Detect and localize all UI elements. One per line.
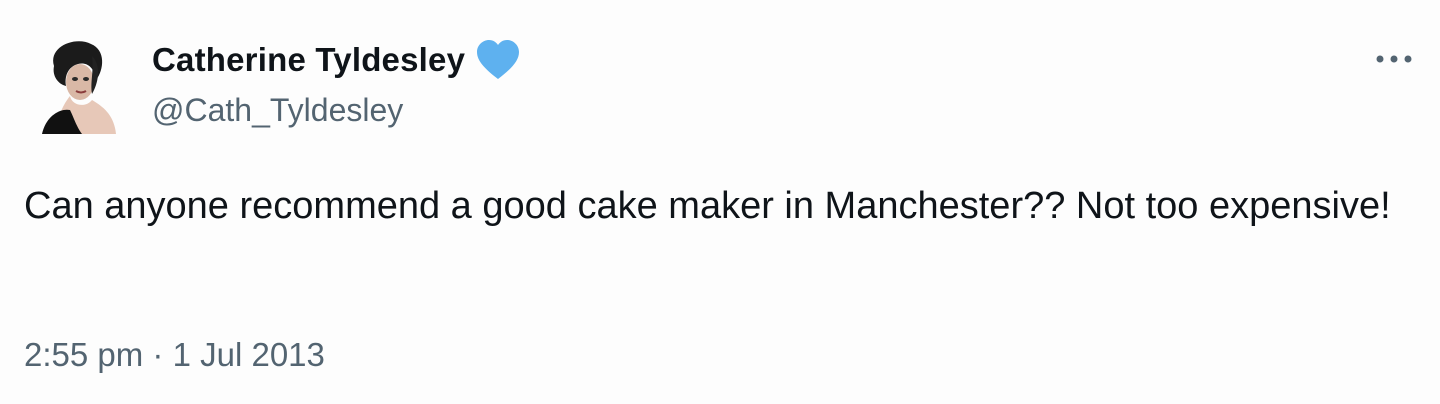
more-options-icon[interactable] [1372, 44, 1416, 74]
display-name[interactable]: Catherine Tyldesley [152, 41, 465, 79]
tweet-timestamp[interactable]: 2:55 pm · 1 Jul 2013 [24, 336, 325, 374]
verified-heart-icon [475, 39, 521, 81]
tweet-time: 2:55 pm [24, 336, 144, 373]
tweet-date: 1 Jul 2013 [172, 336, 325, 373]
user-handle[interactable]: @Cath_Tyldesley [152, 92, 521, 129]
tweet-card: Catherine Tyldesley @Cath_Tyldesley Can … [0, 0, 1440, 404]
meta-separator: · [152, 336, 164, 373]
author-block: Catherine Tyldesley @Cath_Tyldesley [152, 38, 521, 129]
avatar-image [42, 41, 116, 134]
tweet-text: Can anyone recommend a good cake maker i… [24, 185, 1391, 227]
avatar[interactable] [36, 36, 128, 136]
name-row: Catherine Tyldesley [152, 38, 521, 82]
